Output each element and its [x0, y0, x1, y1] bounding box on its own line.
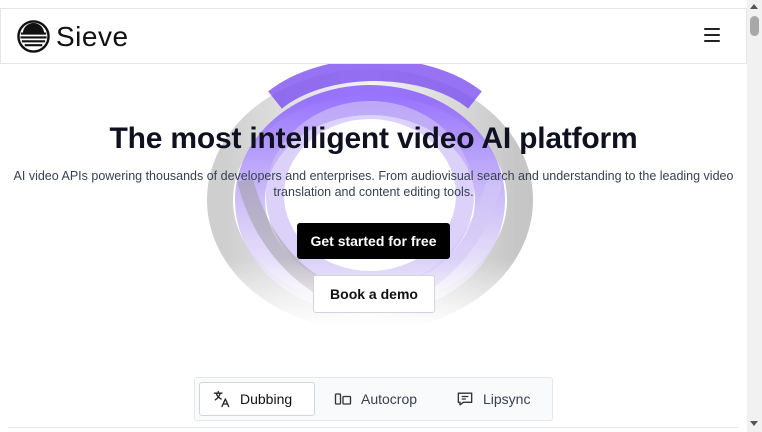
tab-dubbing[interactable]: Dubbing: [199, 382, 315, 416]
crop-frames-icon: [334, 393, 352, 405]
vertical-scrollbar[interactable]: [747, 0, 762, 432]
sieve-logo-icon: [17, 20, 50, 53]
book-demo-button[interactable]: Book a demo: [313, 275, 435, 313]
content-card-edge: [8, 427, 738, 428]
tab-autocrop[interactable]: Autocrop: [321, 382, 433, 416]
page: Sieve The most intelligent video AI plat…: [0, 0, 747, 432]
tab-label: Dubbing: [240, 391, 293, 407]
get-started-button[interactable]: Get started for free: [297, 223, 450, 259]
scrollbar-thumb[interactable]: [750, 16, 759, 36]
tab-label: Lipsync: [483, 391, 531, 407]
hamburger-menu-icon[interactable]: [704, 28, 720, 42]
hero-title: The most intelligent video AI platform: [109, 122, 638, 155]
brand-logo[interactable]: Sieve: [17, 20, 129, 53]
product-tabs: Dubbing Autocrop Lipsync: [194, 377, 553, 421]
top-nav: Sieve: [0, 8, 747, 64]
chat-bubble-icon: [457, 392, 473, 406]
hero-subtitle: AI video APIs powering thousands of deve…: [13, 169, 734, 199]
brand-name: Sieve: [56, 20, 129, 52]
scroll-up-arrow-icon[interactable]: [750, 4, 758, 9]
tab-label: Autocrop: [361, 391, 418, 407]
translate-icon: [213, 390, 230, 408]
tab-lipsync[interactable]: Lipsync: [443, 382, 543, 416]
scroll-down-arrow-icon[interactable]: [750, 421, 758, 426]
